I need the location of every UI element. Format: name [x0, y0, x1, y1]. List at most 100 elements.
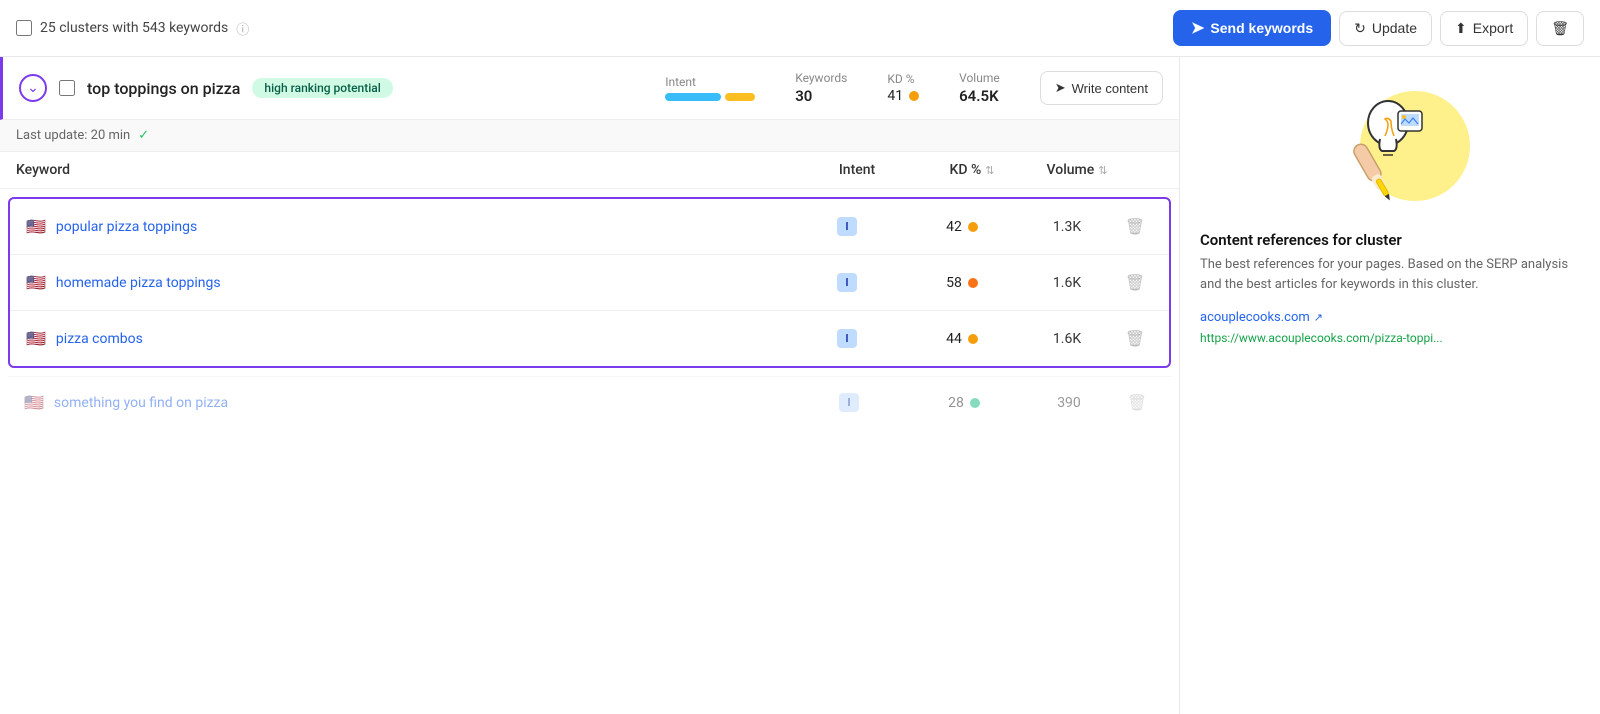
- summary-section: 25 clusters with 543 keywords ⓘ: [16, 19, 249, 38]
- intent-cell: I: [789, 393, 909, 412]
- kd-number: 58: [946, 275, 962, 291]
- flag-icon: 🇺🇸: [24, 393, 44, 412]
- kd-column-header: KD % ⇅: [917, 162, 1027, 178]
- delete-keyword-button[interactable]: 🗑: [1117, 217, 1153, 236]
- delete-keyword-button[interactable]: 🗑: [1117, 329, 1153, 348]
- info-icon[interactable]: ⓘ: [236, 19, 249, 38]
- export-button[interactable]: ⬆ Export: [1440, 11, 1528, 46]
- main-layout: ⌄ top toppings on pizza high ranking pot…: [0, 57, 1600, 714]
- top-bar: 25 clusters with 543 keywords ⓘ ➤ Send k…: [0, 0, 1600, 57]
- volume-cell: 1.6K: [1017, 275, 1117, 291]
- chevron-down-icon: ⌄: [27, 80, 39, 96]
- keywords-section: 🇺🇸 popular pizza toppings I 42 1.3K 🗑 🇺🇸…: [8, 197, 1171, 368]
- external-link-icon: ↗: [1314, 311, 1323, 324]
- kd-cell: 44: [907, 331, 1017, 347]
- volume-cell: 1.6K: [1017, 331, 1117, 347]
- intent-bar-yellow: [725, 93, 755, 101]
- kd-number: 28: [948, 395, 964, 411]
- intent-cell: I: [787, 217, 907, 236]
- intent-bars: [665, 93, 755, 101]
- kd-dot-icon: [968, 278, 978, 288]
- cluster-header: ⌄ top toppings on pizza high ranking pot…: [0, 57, 1179, 120]
- keyword-column-header: Keyword: [16, 162, 797, 178]
- keyword-link[interactable]: something you find on pizza: [54, 395, 789, 411]
- flag-icon: 🇺🇸: [26, 273, 46, 292]
- send-arrow-icon: ➤: [1191, 18, 1204, 38]
- intent-cell: I: [787, 273, 907, 292]
- keyword-link[interactable]: homemade pizza toppings: [56, 275, 787, 291]
- keywords-meta: Keywords 30: [795, 71, 847, 105]
- kd-dot-icon: [970, 398, 980, 408]
- check-icon: ✓: [138, 128, 149, 143]
- cluster-expand-button[interactable]: ⌄: [19, 74, 47, 102]
- intent-meta: Intent: [665, 75, 755, 101]
- illustration-area: [1200, 81, 1580, 211]
- volume-value: 64.5K: [959, 87, 998, 105]
- cluster-summary-text: 25 clusters with 543 keywords: [40, 20, 228, 36]
- last-update-bar: Last update: 20 min ✓: [0, 120, 1179, 152]
- volume-cell: 390: [1019, 395, 1119, 411]
- table-row: 🇺🇸 homemade pizza toppings I 58 1.6K 🗑: [10, 255, 1169, 311]
- high-ranking-badge: high ranking potential: [252, 78, 392, 98]
- delete-keyword-button[interactable]: 🗑: [1117, 273, 1153, 292]
- keywords-label: Keywords: [795, 71, 847, 85]
- intent-label: Intent: [665, 75, 696, 89]
- kd-label: KD %: [887, 72, 914, 86]
- content-ref-desc: The best references for your pages. Base…: [1200, 255, 1580, 294]
- volume-filter-icon[interactable]: ⇅: [1098, 164, 1107, 177]
- delete-button[interactable]: 🗑: [1536, 11, 1584, 46]
- volume-cell: 1.3K: [1017, 219, 1117, 235]
- kd-dot-icon: [909, 91, 919, 101]
- write-icon: ➤: [1055, 80, 1066, 96]
- illustration-container: [1310, 81, 1470, 211]
- kd-dot-icon: [968, 334, 978, 344]
- intent-column-header: Intent: [797, 162, 917, 178]
- select-all-checkbox[interactable]: [16, 20, 32, 36]
- table-row-faded: 🇺🇸 something you find on pizza I 28 390 …: [8, 376, 1171, 428]
- volume-meta: Volume 64.5K: [959, 71, 1000, 105]
- right-panel: Content references for cluster The best …: [1180, 57, 1600, 714]
- delete-keyword-button[interactable]: 🗑: [1119, 393, 1155, 412]
- intent-badge: I: [837, 273, 856, 292]
- keyword-link[interactable]: popular pizza toppings: [56, 219, 787, 235]
- kd-value: 41: [887, 88, 919, 104]
- send-keywords-button[interactable]: ➤ Send keywords: [1173, 10, 1331, 46]
- cluster-title: top toppings on pizza: [87, 79, 240, 98]
- content-ref-title: Content references for cluster: [1200, 231, 1580, 249]
- keyword-link[interactable]: pizza combos: [56, 331, 787, 347]
- intent-badge: I: [839, 393, 858, 412]
- volume-column-header: Volume ⇅: [1027, 162, 1127, 178]
- kd-filter-icon[interactable]: ⇅: [985, 164, 994, 177]
- trash-icon: 🗑: [1551, 20, 1569, 37]
- export-icon: ⬆: [1455, 20, 1467, 37]
- kd-cell: 28: [909, 395, 1019, 411]
- action-buttons: ➤ Send keywords ↻ Update ⬆ Export 🗑: [1173, 10, 1584, 46]
- cluster-checkbox[interactable]: [59, 80, 75, 96]
- content-references-section: Content references for cluster The best …: [1200, 231, 1580, 345]
- left-panel: ⌄ top toppings on pizza high ranking pot…: [0, 57, 1180, 714]
- intent-badge: I: [837, 329, 856, 348]
- kd-number: 41: [887, 88, 903, 104]
- intent-badge: I: [837, 217, 856, 236]
- ref-url-text: https://www.acouplecooks.com/pizza-toppi…: [1200, 331, 1580, 345]
- kd-cell: 42: [907, 219, 1017, 235]
- kd-cell: 58: [907, 275, 1017, 291]
- table-header: Keyword Intent KD % ⇅ Volume ⇅: [0, 152, 1179, 189]
- write-content-button[interactable]: ➤ Write content: [1040, 71, 1163, 105]
- table-row: 🇺🇸 popular pizza toppings I 42 1.3K 🗑: [10, 199, 1169, 255]
- ref-site-link[interactable]: acouplecooks.com ↗: [1200, 310, 1580, 325]
- update-button[interactable]: ↻ Update: [1339, 11, 1432, 46]
- flag-icon: 🇺🇸: [26, 329, 46, 348]
- intent-cell: I: [787, 329, 907, 348]
- last-update-text: Last update: 20 min: [16, 128, 130, 143]
- flag-icon: 🇺🇸: [26, 217, 46, 236]
- cluster-meta: Intent Keywords 30 KD % 41: [665, 71, 1163, 105]
- kd-dot-icon: [968, 222, 978, 232]
- kd-number: 44: [946, 331, 962, 347]
- volume-label: Volume: [959, 71, 1000, 85]
- lightbulb-icon: [1310, 81, 1430, 201]
- kd-meta: KD % 41: [887, 72, 919, 104]
- intent-bar-blue: [665, 93, 721, 101]
- kd-number: 42: [946, 219, 962, 235]
- keywords-count: 30: [795, 87, 812, 105]
